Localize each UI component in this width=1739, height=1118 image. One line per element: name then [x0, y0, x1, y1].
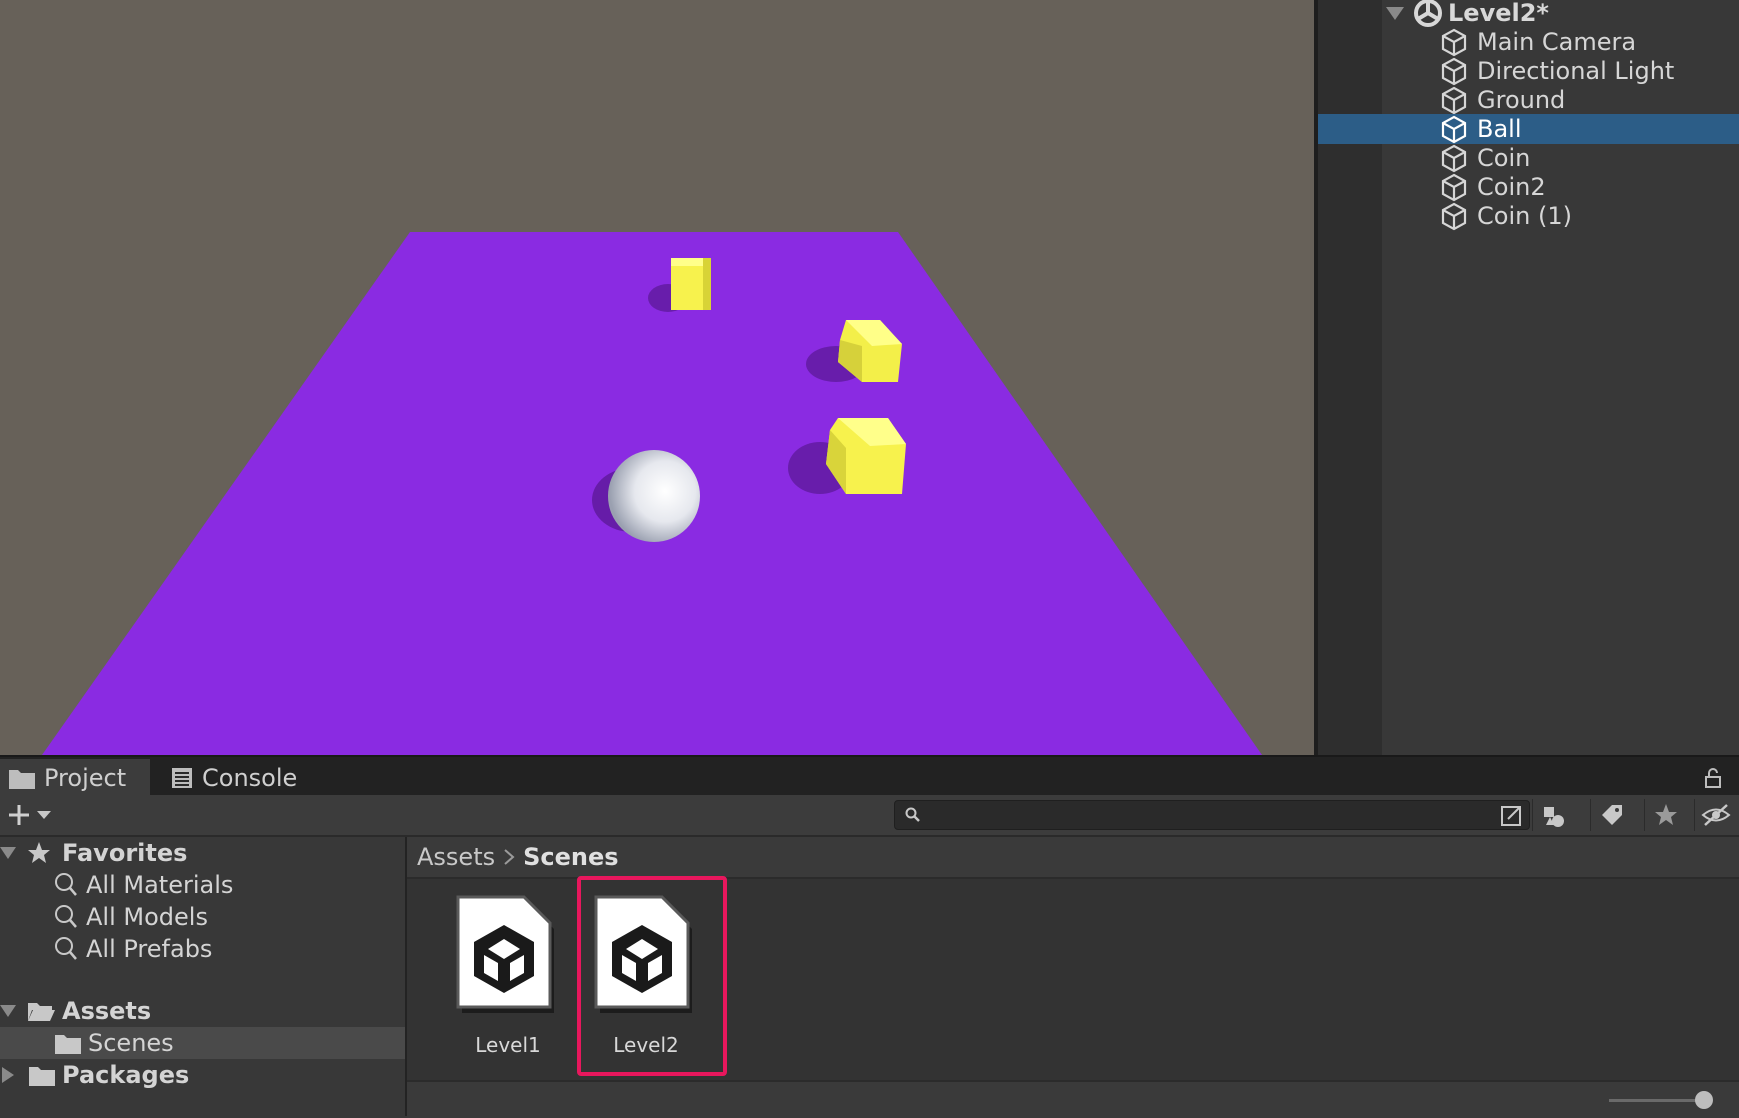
- filter-by-type-button[interactable]: [1532, 799, 1575, 831]
- hierarchy-item-label: Ball: [1477, 115, 1522, 143]
- tree-item-all-models[interactable]: All Models: [0, 901, 405, 933]
- lock-icon[interactable]: [1703, 767, 1723, 789]
- tree-item-assets[interactable]: Assets: [0, 995, 405, 1027]
- scene-root-label: Level2*: [1448, 0, 1549, 27]
- gameobject-cube-icon: [1441, 202, 1467, 231]
- tree-item-all-prefabs[interactable]: All Prefabs: [0, 933, 405, 965]
- expand-arrow-icon[interactable]: [2, 1067, 14, 1083]
- tree-label: All Materials: [86, 871, 234, 899]
- folder-icon: [9, 770, 35, 789]
- tree-label: All Models: [86, 903, 208, 931]
- search-field[interactable]: [894, 800, 1530, 830]
- favorites-filter-button[interactable]: [1644, 799, 1687, 831]
- hierarchy-item[interactable]: Main Camera: [1318, 27, 1739, 57]
- tree-label: Favorites: [62, 839, 188, 867]
- search-icon: [55, 873, 77, 896]
- toggle-visibility-button[interactable]: [1694, 799, 1737, 831]
- hierarchy-panel: Level2* Main Camera Directional Light Grou…: [1318, 0, 1739, 755]
- gameobject-cube-icon: [1441, 144, 1467, 173]
- chevron-down-icon: [37, 811, 51, 819]
- project-toolbar: [0, 795, 1739, 837]
- star-icon: [1655, 804, 1677, 825]
- zoom-slider-track[interactable]: [1609, 1099, 1699, 1102]
- hierarchy-item[interactable]: Coin (1): [1318, 201, 1739, 231]
- tree-item-packages[interactable]: Packages: [0, 1059, 405, 1091]
- hierarchy-item[interactable]: Ground: [1318, 85, 1739, 115]
- tree-label: Packages: [62, 1061, 190, 1089]
- hierarchy-item[interactable]: Directional Light: [1318, 56, 1739, 86]
- hierarchy-item[interactable]: Ball: [1318, 114, 1739, 144]
- breadcrumb-assets[interactable]: Assets: [417, 843, 495, 871]
- scene-root-item[interactable]: Level2*: [1386, 0, 1549, 27]
- filter-type-icon: [1544, 807, 1564, 827]
- search-icon: [55, 937, 77, 960]
- gameobject-cube-icon: [1441, 173, 1467, 202]
- project-tree: Favorites All Materials All Models All P…: [0, 837, 407, 1116]
- tab-project[interactable]: Project: [0, 759, 150, 797]
- hierarchy-item[interactable]: Coin: [1318, 143, 1739, 173]
- expand-arrow-icon[interactable]: [0, 1005, 16, 1017]
- gameobject-cube-icon: [1441, 57, 1467, 86]
- unity-scene-file-icon: [456, 895, 554, 1013]
- tree-label: Assets: [62, 997, 152, 1025]
- unity-scene-icon: [1414, 0, 1442, 27]
- gameobject-cube-icon: [1441, 28, 1467, 57]
- tab-console-label: Console: [202, 764, 298, 792]
- hierarchy-item[interactable]: Coin2: [1318, 172, 1739, 202]
- zoom-slider-thumb[interactable]: [1695, 1091, 1713, 1109]
- expand-arrow-icon[interactable]: [1386, 6, 1404, 20]
- gameobject-cube-icon: [1441, 115, 1467, 144]
- folder-icon: [55, 1035, 81, 1054]
- breadcrumb-current[interactable]: Scenes: [523, 843, 618, 871]
- breadcrumb: Assets Scenes: [407, 837, 1739, 879]
- scene-render: [42, 232, 1262, 755]
- console-icon: [172, 768, 192, 788]
- hierarchy-item-label: Coin (1): [1477, 202, 1572, 230]
- ball-object: [608, 450, 700, 542]
- folder-icon: [29, 1067, 55, 1086]
- hierarchy-item-label: Directional Light: [1477, 57, 1675, 85]
- search-icon: [905, 807, 920, 822]
- gameobject-cube-icon: [1441, 86, 1467, 115]
- hierarchy-item-label: Ground: [1477, 86, 1566, 114]
- star-icon: [28, 842, 50, 863]
- plus-icon: [9, 805, 29, 825]
- scene-view[interactable]: [0, 0, 1314, 755]
- tree-item-all-materials[interactable]: All Materials: [0, 869, 405, 901]
- bottom-tab-bar: Project Console: [0, 755, 1739, 797]
- tab-console[interactable]: Console: [162, 759, 330, 797]
- filter-by-label-button[interactable]: [1590, 799, 1633, 831]
- search-scope-icon[interactable]: [1499, 802, 1525, 828]
- tree-item-scenes[interactable]: Scenes: [0, 1027, 405, 1059]
- coin-object: [671, 258, 711, 310]
- tree-item-favorites[interactable]: Favorites: [0, 837, 405, 869]
- asset-item-level1[interactable]: Level1: [443, 893, 573, 1063]
- search-icon: [55, 905, 77, 928]
- project-footer: [407, 1080, 1739, 1118]
- tag-icon: [1602, 805, 1622, 825]
- hierarchy-item-label: Coin: [1477, 144, 1531, 172]
- hidden-eye-icon: [1701, 804, 1731, 826]
- tree-label: Scenes: [88, 1029, 174, 1057]
- open-folder-icon: [28, 1003, 55, 1021]
- chevron-right-icon: [504, 849, 515, 865]
- hierarchy-item-label: Main Camera: [1477, 28, 1637, 56]
- add-button[interactable]: [6, 799, 54, 831]
- tab-project-label: Project: [44, 764, 127, 792]
- expand-arrow-icon[interactable]: [0, 847, 16, 859]
- hierarchy-item-label: Coin2: [1477, 173, 1546, 201]
- search-input[interactable]: [929, 803, 1473, 827]
- tree-label: All Prefabs: [86, 935, 213, 963]
- selection-highlight-box: [577, 876, 727, 1076]
- asset-label: Level1: [475, 1033, 541, 1057]
